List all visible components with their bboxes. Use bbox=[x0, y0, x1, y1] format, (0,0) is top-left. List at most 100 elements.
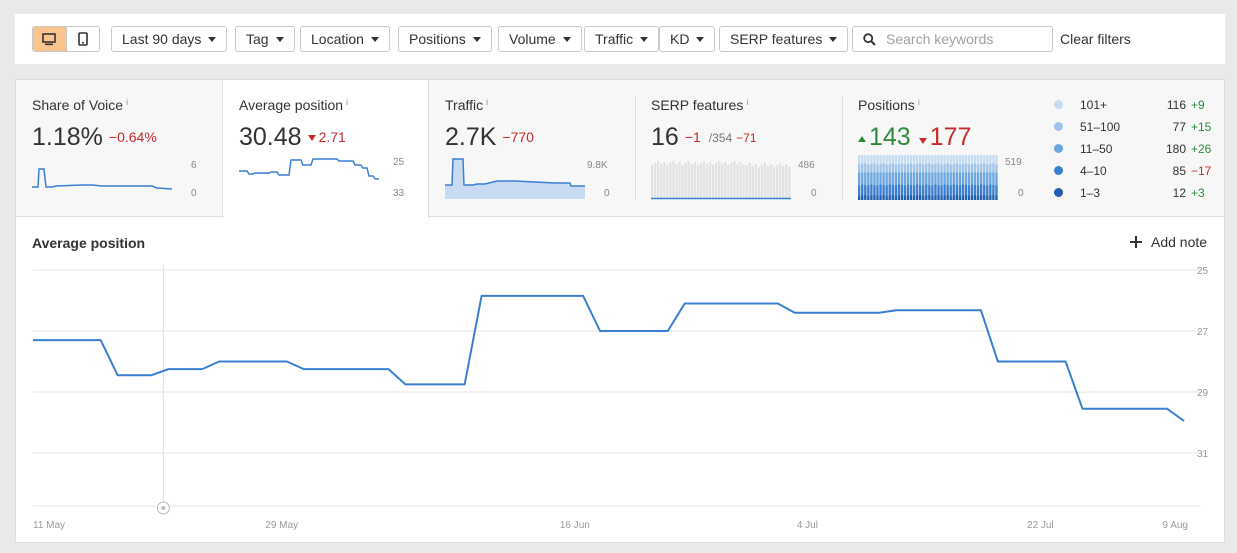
metric-serp-features[interactable]: SERP features i 16 −1/354 −71 486 0 bbox=[636, 80, 842, 217]
positions-dropdown[interactable]: Positions bbox=[398, 26, 492, 52]
serp-bar bbox=[708, 162, 712, 199]
info-icon: i bbox=[746, 97, 749, 107]
mobile-button[interactable] bbox=[65, 27, 99, 51]
positions-bar-segment bbox=[909, 163, 913, 173]
serp-bar bbox=[672, 161, 675, 199]
positions-bar-segment bbox=[958, 155, 962, 165]
positions-bar-segment bbox=[867, 172, 870, 186]
serp-bar bbox=[782, 166, 785, 199]
y-tick-label: 27 bbox=[1197, 327, 1209, 338]
serp-bar bbox=[779, 163, 782, 199]
serp-features-dropdown[interactable]: SERP features bbox=[719, 26, 849, 52]
positions-bar-segment bbox=[894, 196, 897, 200]
positions-bar-segment bbox=[931, 185, 934, 196]
positions-bar-segment bbox=[983, 163, 986, 173]
clear-filters-link[interactable]: Clear filters bbox=[1060, 31, 1131, 47]
serp-bar bbox=[693, 162, 696, 199]
positions-bar-segment bbox=[986, 196, 989, 200]
positions-bar-segment bbox=[858, 185, 861, 196]
positions-bar-segment bbox=[900, 163, 904, 173]
positions-bar-segment bbox=[915, 195, 919, 200]
positions-bar-segment bbox=[912, 196, 916, 200]
metric-traffic[interactable]: Traffic i 2.7K −770 9.8K 0 bbox=[429, 80, 635, 217]
serp-bar bbox=[721, 164, 724, 199]
x-tick-label: 9 Aug bbox=[1162, 520, 1188, 531]
serp-bar bbox=[757, 167, 760, 199]
traffic-sparkline bbox=[445, 158, 585, 199]
kd-dropdown[interactable]: KD bbox=[659, 26, 716, 52]
metric-average-position[interactable]: Average position i 30.48 2.71 25 33 bbox=[222, 80, 429, 218]
positions-bar-segment bbox=[943, 195, 946, 200]
chevron-down-icon bbox=[696, 36, 705, 42]
positions-bar-segment bbox=[870, 195, 873, 200]
search-input[interactable] bbox=[886, 31, 1046, 47]
positions-bar-segment bbox=[992, 172, 995, 185]
metrics-row: Share of Voice i 1.18% −0.64% 6 0 Average … bbox=[16, 80, 1224, 218]
legend-item: 11–50 180 +26 bbox=[1054, 141, 1214, 163]
chevron-down-icon bbox=[370, 36, 379, 42]
positions-bar-segment bbox=[894, 172, 897, 186]
serp-bar bbox=[684, 163, 687, 199]
positions-bar-segment bbox=[980, 195, 983, 200]
positions-bar-segment bbox=[973, 172, 977, 185]
positions-bar-segment bbox=[873, 155, 876, 164]
metric-title: Share of Voice bbox=[32, 97, 124, 113]
positions-bar-segment bbox=[989, 164, 992, 173]
positions-bar-segment bbox=[894, 164, 897, 173]
positions-bar-segment bbox=[976, 185, 980, 196]
positions-bar-segment bbox=[915, 155, 919, 164]
legend-count: 180 bbox=[1165, 142, 1186, 156]
positions-bar-segment bbox=[888, 155, 891, 164]
positions-bar-segment bbox=[958, 164, 962, 173]
average-position-chart[interactable]: 25 27 29 31 11 May 29 May 16 Jun 4 Jul 22 Jul 9 A… bbox=[16, 255, 1224, 540]
positions-bar-segment bbox=[897, 184, 901, 196]
positions-bar-segment bbox=[897, 195, 901, 200]
positions-bar-segment bbox=[995, 196, 998, 200]
arrow-down-icon bbox=[918, 138, 927, 144]
legend-label: 1–3 bbox=[1080, 186, 1101, 200]
metric-title: SERP features bbox=[651, 97, 744, 113]
positions-bar-segment bbox=[940, 155, 943, 165]
serp-bar bbox=[675, 164, 678, 199]
chart-title: Average position bbox=[32, 235, 146, 251]
positions-bar-segment bbox=[992, 185, 995, 195]
legend-label: 4–10 bbox=[1080, 164, 1107, 178]
serp-bar bbox=[724, 162, 727, 199]
traffic-dropdown[interactable]: Traffic bbox=[584, 26, 660, 52]
positions-bar-segment bbox=[885, 164, 888, 173]
positions-bar-segment bbox=[943, 155, 946, 164]
positions-bar-segment bbox=[976, 172, 980, 186]
positions-bar-segment bbox=[946, 195, 949, 200]
positions-bar-segment bbox=[949, 172, 952, 186]
positions-bar-segment bbox=[897, 155, 901, 164]
positions-bar-segment bbox=[922, 185, 925, 196]
add-note-button[interactable]: Add note bbox=[1130, 234, 1207, 250]
volume-dropdown[interactable]: Volume bbox=[498, 26, 582, 52]
serp-bar bbox=[660, 164, 663, 199]
positions-bar-segment bbox=[861, 164, 864, 173]
positions-bar-segment bbox=[909, 185, 913, 195]
positions-bar-segment bbox=[912, 155, 916, 165]
positions-down-value: 177 bbox=[929, 123, 972, 151]
positions-bar-segment bbox=[882, 185, 885, 195]
positions-bar-segment bbox=[937, 185, 940, 195]
mobile-icon bbox=[78, 32, 88, 46]
metric-share-of-voice[interactable]: Share of Voice i 1.18% −0.64% 6 0 bbox=[16, 80, 222, 217]
positions-sparkline bbox=[858, 155, 998, 200]
search-box bbox=[852, 26, 1053, 52]
date-range-dropdown[interactable]: Last 90 days bbox=[111, 26, 228, 52]
positions-bar-segment bbox=[973, 163, 977, 173]
metric-title: Positions bbox=[858, 97, 915, 113]
positions-bar-segment bbox=[885, 185, 888, 196]
filter-bar: Last 90 days Tag Location Positions Volu… bbox=[15, 14, 1225, 64]
location-dropdown[interactable]: Location bbox=[300, 26, 390, 52]
desktop-button[interactable] bbox=[33, 27, 66, 51]
positions-bar-segment bbox=[876, 172, 879, 186]
positions-bar-segment bbox=[958, 185, 962, 196]
serp-bar bbox=[733, 161, 736, 199]
positions-bar-segment bbox=[885, 196, 888, 200]
positions-bar-segment bbox=[864, 172, 867, 185]
positions-bar-segment bbox=[967, 164, 971, 173]
tag-dropdown[interactable]: Tag bbox=[235, 26, 295, 52]
legend-dot-icon bbox=[1054, 100, 1063, 109]
